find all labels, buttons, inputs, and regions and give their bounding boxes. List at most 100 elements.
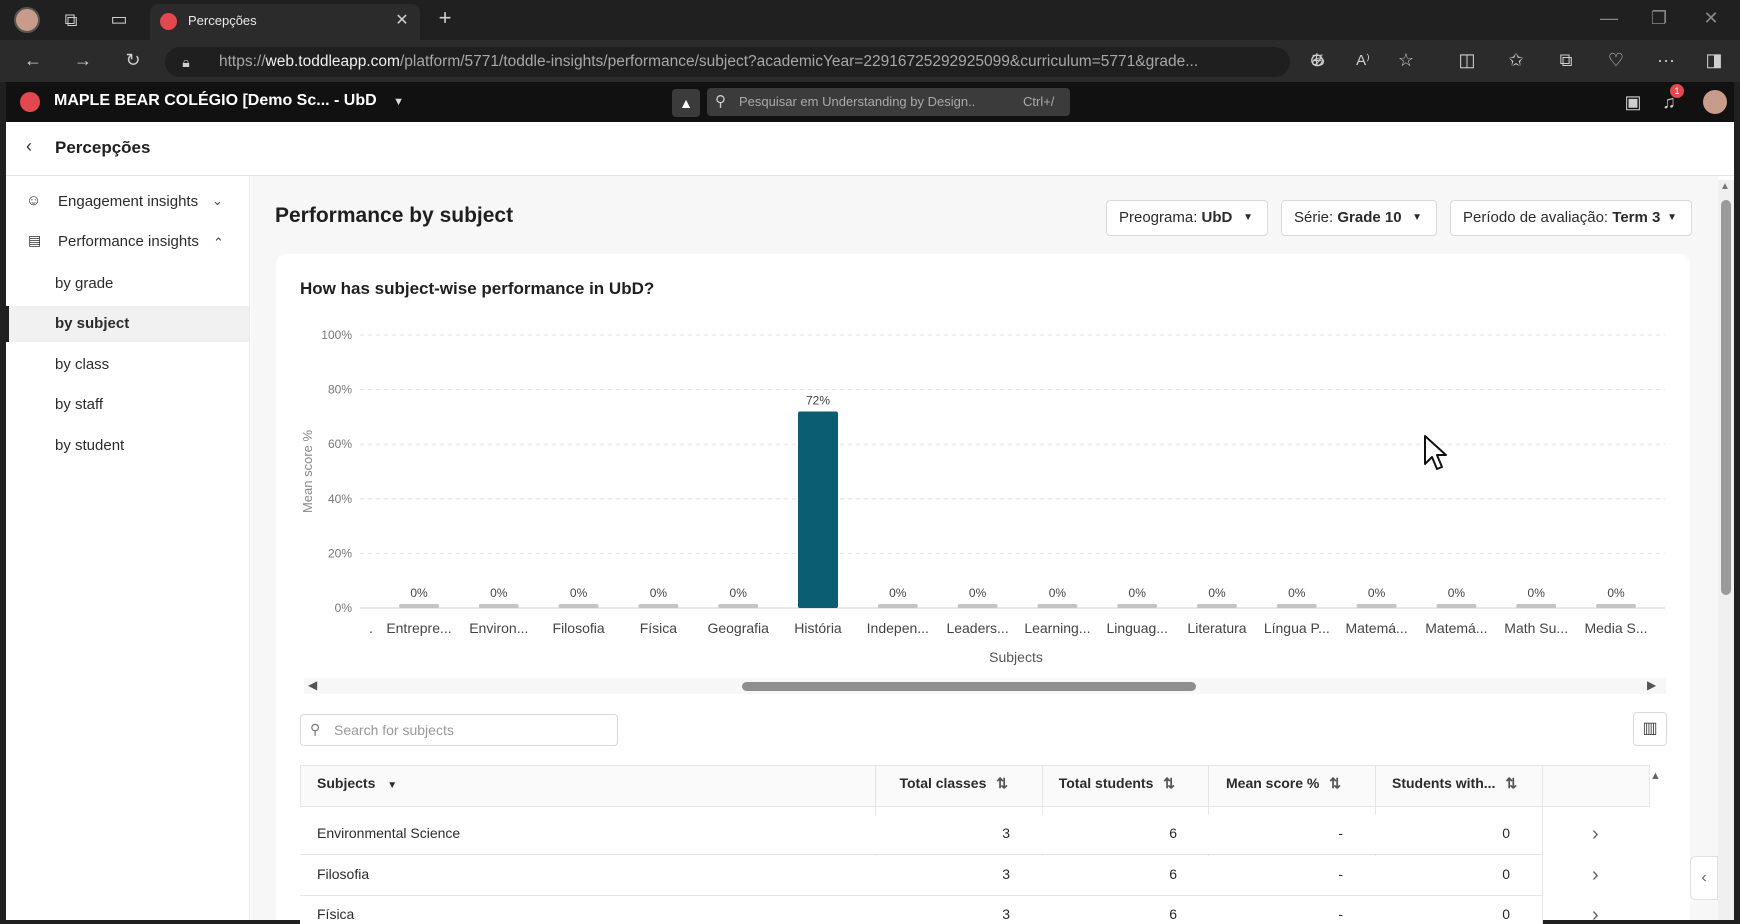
program-filter[interactable]: Preograma: UbD ▼	[1106, 200, 1268, 236]
collections-icon[interactable]: ⧉	[1554, 50, 1578, 70]
collapse-panel-icon[interactable]: ‹	[1690, 856, 1718, 900]
table-cell: 0	[1502, 906, 1510, 923]
x-tick-label: Indepen...	[867, 620, 929, 636]
sidebar-item-by-subject[interactable]: by subject	[55, 315, 129, 332]
bar-chart: 0% 20% 40% 60% 80% 100% Mean score %. Entrepre.…	[300, 328, 1665, 665]
bar	[478, 604, 519, 608]
close-tab-icon[interactable]: ✕	[392, 11, 412, 31]
sidebar-item-by-grade[interactable]: by grade	[55, 275, 113, 292]
chevron-down-icon: ▼	[393, 96, 405, 108]
bar	[1197, 604, 1237, 608]
favorite-star-icon[interactable]: ☆	[1394, 50, 1418, 70]
search-icon: ⚲	[310, 721, 321, 737]
back-icon[interactable]: ←	[22, 50, 44, 70]
y-tick-label: 0%	[335, 601, 353, 615]
favorites-icon[interactable]: ✩	[1504, 50, 1528, 70]
total-classes-header[interactable]: Total classes ⇅	[876, 775, 1026, 792]
subject-search[interactable]: ⚲ Search for subjects	[300, 714, 618, 746]
new-tab-icon[interactable]: +	[434, 7, 456, 29]
minimize-icon[interactable]: —	[1598, 8, 1620, 28]
data-label: 72%	[806, 393, 830, 407]
health-icon[interactable]: ♡	[1604, 50, 1628, 70]
sidebar-toggle-icon[interactable]: ◨	[1702, 50, 1726, 70]
scroll-left-icon[interactable]: ◀	[308, 678, 317, 692]
split-screen-icon[interactable]: ◫	[1455, 50, 1479, 70]
refresh-icon[interactable]: ↻	[122, 50, 144, 70]
sort-icon: ⇅	[1329, 775, 1341, 791]
x-tick-label: Matemá...	[1425, 620, 1487, 636]
data-label: 0%	[570, 586, 588, 600]
x-tick-label: Física	[640, 620, 678, 636]
chevron-right-icon[interactable]: ›	[1592, 904, 1599, 924]
sidebar-item-by-staff[interactable]: by staff	[55, 396, 103, 413]
table-scroll-up-icon[interactable]: ▲	[1650, 770, 1661, 782]
mean-score-label: Mean score %	[1226, 775, 1320, 791]
page-scroll-thumb[interactable]	[1721, 200, 1731, 595]
close-window-icon[interactable]: ✕	[1700, 8, 1722, 28]
profile-avatar[interactable]	[14, 7, 40, 33]
user-avatar[interactable]	[1703, 90, 1727, 114]
total-students-header[interactable]: Total students ⇅	[1043, 775, 1193, 792]
url-domain: web.toddleapp.com	[265, 53, 400, 70]
global-search[interactable]: ⚲ Pesquisar em Understanding by Design..…	[707, 88, 1070, 116]
chevron-right-icon[interactable]: ›	[1592, 823, 1599, 846]
people-icon: ☺	[26, 192, 42, 209]
caret-down-icon: ▼	[1412, 212, 1422, 223]
mean-score-header[interactable]: Mean score % ⇅	[1209, 775, 1359, 792]
workspaces-icon[interactable]: ⧉	[60, 10, 82, 30]
total-classes-label: Total classes	[899, 775, 987, 791]
toddle-logo-icon	[20, 92, 40, 112]
more-icon[interactable]: ···	[1654, 50, 1678, 70]
read-aloud-icon[interactable]: A⁾	[1351, 51, 1375, 71]
chevron-right-icon[interactable]: ›	[1592, 864, 1599, 887]
zoom-out-visible-icon[interactable]: ⊖	[1305, 50, 1329, 70]
restore-icon[interactable]: ❐	[1648, 8, 1670, 28]
scroll-right-icon[interactable]: ▶	[1647, 678, 1656, 692]
forward-icon[interactable]: →	[72, 50, 94, 70]
term-filter[interactable]: Período de avaliação: Term 3 ▼	[1450, 200, 1692, 236]
data-label: 0%	[889, 586, 907, 600]
data-label: 0%	[1368, 586, 1386, 600]
y-tick-label: 60%	[328, 437, 352, 451]
caret-down-icon: ▼	[1667, 212, 1677, 223]
x-tick-label: Filosofia	[553, 620, 605, 636]
chart-scroll-thumb[interactable]	[742, 682, 1196, 691]
sidebar-group-engagement[interactable]: ☺ Engagement insights ⌄	[6, 183, 249, 221]
sidebar-item-by-student[interactable]: by student	[55, 437, 124, 454]
calendar-icon[interactable]: ▣	[1621, 92, 1645, 112]
tab-actions-icon[interactable]: ▭	[108, 9, 130, 29]
sort-icon: ⇅	[1163, 775, 1175, 791]
table-row[interactable]: Environmental Science 3 6 - 0 ›	[300, 815, 1599, 855]
sidebar-group-performance[interactable]: ▤ Performance insights ⌃	[6, 223, 249, 261]
columns-toggle-icon[interactable]: ▥	[1633, 712, 1667, 746]
sidebar-group-label: Performance insights	[58, 233, 199, 250]
url-prefix: https://	[219, 53, 266, 70]
back-arrow-icon[interactable]: ‹	[26, 136, 32, 157]
x-tick-label: .	[369, 620, 373, 636]
sidebar: ☺ Engagement insights ⌄ ▤ Performance in…	[6, 176, 250, 920]
sort-icon: ⇅	[1505, 775, 1518, 791]
data-label: 0%	[730, 586, 748, 600]
table-body: Environmental Science 3 6 - 0 › Filosofia 3 6 - 0 ›…	[300, 815, 1650, 924]
x-tick-label: Learning...	[1024, 620, 1090, 636]
url-field[interactable]: 🔒︎ https://web.toddleapp.com/platform/57…	[165, 47, 1290, 77]
subjects-column-header[interactable]: Subjects ▼	[317, 775, 397, 791]
data-label: 0%	[1448, 586, 1466, 600]
rocket-icon[interactable]: ▲	[672, 89, 700, 117]
table-row[interactable]: Física 3 6 - 0 ›	[300, 896, 1599, 924]
bar	[957, 604, 998, 608]
chart-title: How has subject-wise performance in UbD?	[300, 279, 655, 298]
grade-filter[interactable]: Série: Grade 10 ▼	[1281, 200, 1437, 236]
table-row[interactable]: Filosofia 3 6 - 0 ›	[300, 855, 1599, 896]
page-heading: Performance by subject	[275, 204, 514, 227]
data-label: 0%	[1288, 586, 1306, 600]
table-cell: Filosofia	[317, 865, 370, 882]
sidebar-item-by-class[interactable]: by class	[55, 356, 109, 373]
browser-tab[interactable]: Percepções ✕	[150, 4, 420, 40]
bar	[1596, 604, 1636, 608]
students-with-header[interactable]: Students with... ⇅	[1392, 775, 1517, 792]
bar	[399, 604, 439, 608]
term-filter-value: Term 3	[1612, 209, 1661, 226]
page-scroll-up-icon[interactable]: ▲	[1720, 181, 1730, 192]
school-switcher[interactable]: MAPLE BEAR COLÉGIO [Demo Sc... - UbD ▼	[54, 92, 404, 110]
